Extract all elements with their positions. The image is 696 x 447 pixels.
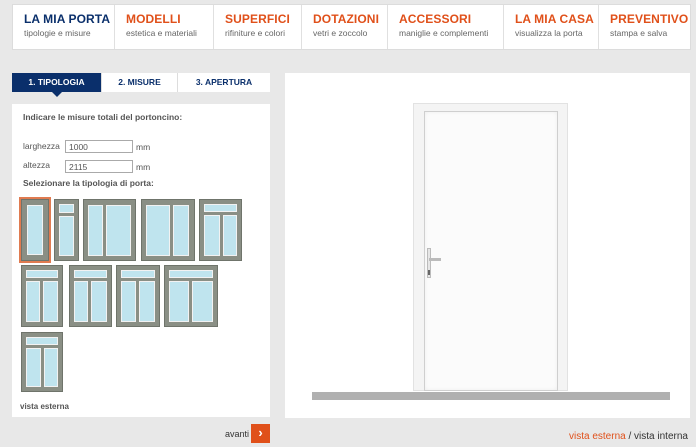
nav-title: SUPERFICI	[225, 12, 290, 26]
nav-la-mia-porta[interactable]: LA MIA PORTA tipologie e misure	[13, 5, 115, 49]
tab-apertura[interactable]: 3. APERTURA	[178, 73, 270, 92]
nav-title: LA MIA CASA	[515, 12, 594, 26]
view-label: vista esterna	[20, 402, 69, 411]
nav-preventivo[interactable]: PREVENTIVO stampa e salva	[599, 5, 690, 49]
next-button[interactable]: ›	[251, 424, 270, 443]
door-type-option[interactable]	[141, 199, 195, 261]
nav-superfici[interactable]: SUPERFICI rifiniture e colori	[214, 5, 302, 49]
next-label[interactable]: avanti	[225, 429, 249, 439]
nav-dotazioni[interactable]: DOTAZIONI vetri e zoccolo	[302, 5, 388, 49]
tab-misure[interactable]: 2. MISURE	[102, 73, 178, 92]
nav-modelli[interactable]: MODELLI estetica e materiali	[115, 5, 214, 49]
nav-title: PREVENTIVO	[610, 12, 689, 26]
nav-subtitle: estetica e materiali	[126, 28, 197, 38]
floor-threshold	[312, 392, 670, 400]
door-type-option[interactable]	[21, 332, 63, 392]
nav-title: DOTAZIONI	[313, 12, 380, 26]
width-field[interactable]	[65, 140, 133, 153]
door-type-instruction: Selezionare la tipologia di porta:	[23, 178, 154, 188]
nav-subtitle: vetri e zoccolo	[313, 28, 368, 38]
nav-title: LA MIA PORTA	[24, 12, 111, 26]
door-type-option[interactable]	[164, 265, 218, 327]
height-field[interactable]	[65, 160, 133, 173]
door-type-option[interactable]	[21, 265, 63, 327]
keyhole-icon	[428, 270, 430, 275]
door-type-option[interactable]	[199, 199, 242, 261]
nav-accessori[interactable]: ACCESSORI maniglie e complementi	[388, 5, 504, 49]
nav-title: MODELLI	[126, 12, 181, 26]
door-leaf	[424, 111, 558, 391]
configuration-panel: Indicare le misure totali del portoncino…	[12, 104, 270, 417]
door-type-option[interactable]	[69, 265, 112, 327]
door-type-option[interactable]	[54, 199, 79, 261]
step-tabs: 1. TIPOLOGIA 2. MISURE 3. APERTURA	[12, 73, 270, 97]
view-external-link[interactable]: vista esterna	[569, 431, 626, 442]
width-unit: mm	[136, 142, 151, 152]
measure-instruction: Indicare le misure totali del portoncino…	[23, 112, 183, 122]
door-type-option[interactable]	[19, 197, 51, 263]
tab-tipologia[interactable]: 1. TIPOLOGIA	[12, 73, 102, 97]
height-label: altezza	[23, 160, 50, 170]
view-toggle: vista esterna / vista interna	[569, 431, 688, 442]
nav-title: ACCESSORI	[399, 12, 472, 26]
chevron-right-icon: ›	[258, 425, 263, 440]
door-preview	[285, 73, 690, 418]
view-internal-link[interactable]: vista interna	[634, 431, 688, 442]
nav-subtitle: maniglie e complementi	[399, 28, 489, 38]
nav-subtitle: rifiniture e colori	[225, 28, 285, 38]
width-label: larghezza	[23, 141, 60, 151]
door-handle-icon	[429, 258, 441, 261]
nav-la-mia-casa[interactable]: LA MIA CASA visualizza la porta	[504, 5, 599, 49]
nav-subtitle: tipologie e misure	[24, 28, 91, 38]
height-unit: mm	[136, 162, 151, 172]
nav-subtitle: stampa e salva	[610, 28, 668, 38]
door-type-option[interactable]	[116, 265, 160, 327]
door-type-option[interactable]	[83, 199, 136, 261]
view-separator: /	[625, 431, 635, 442]
main-navigation: LA MIA PORTA tipologie e misure MODELLI …	[12, 4, 691, 50]
nav-subtitle: visualizza la porta	[515, 28, 583, 38]
